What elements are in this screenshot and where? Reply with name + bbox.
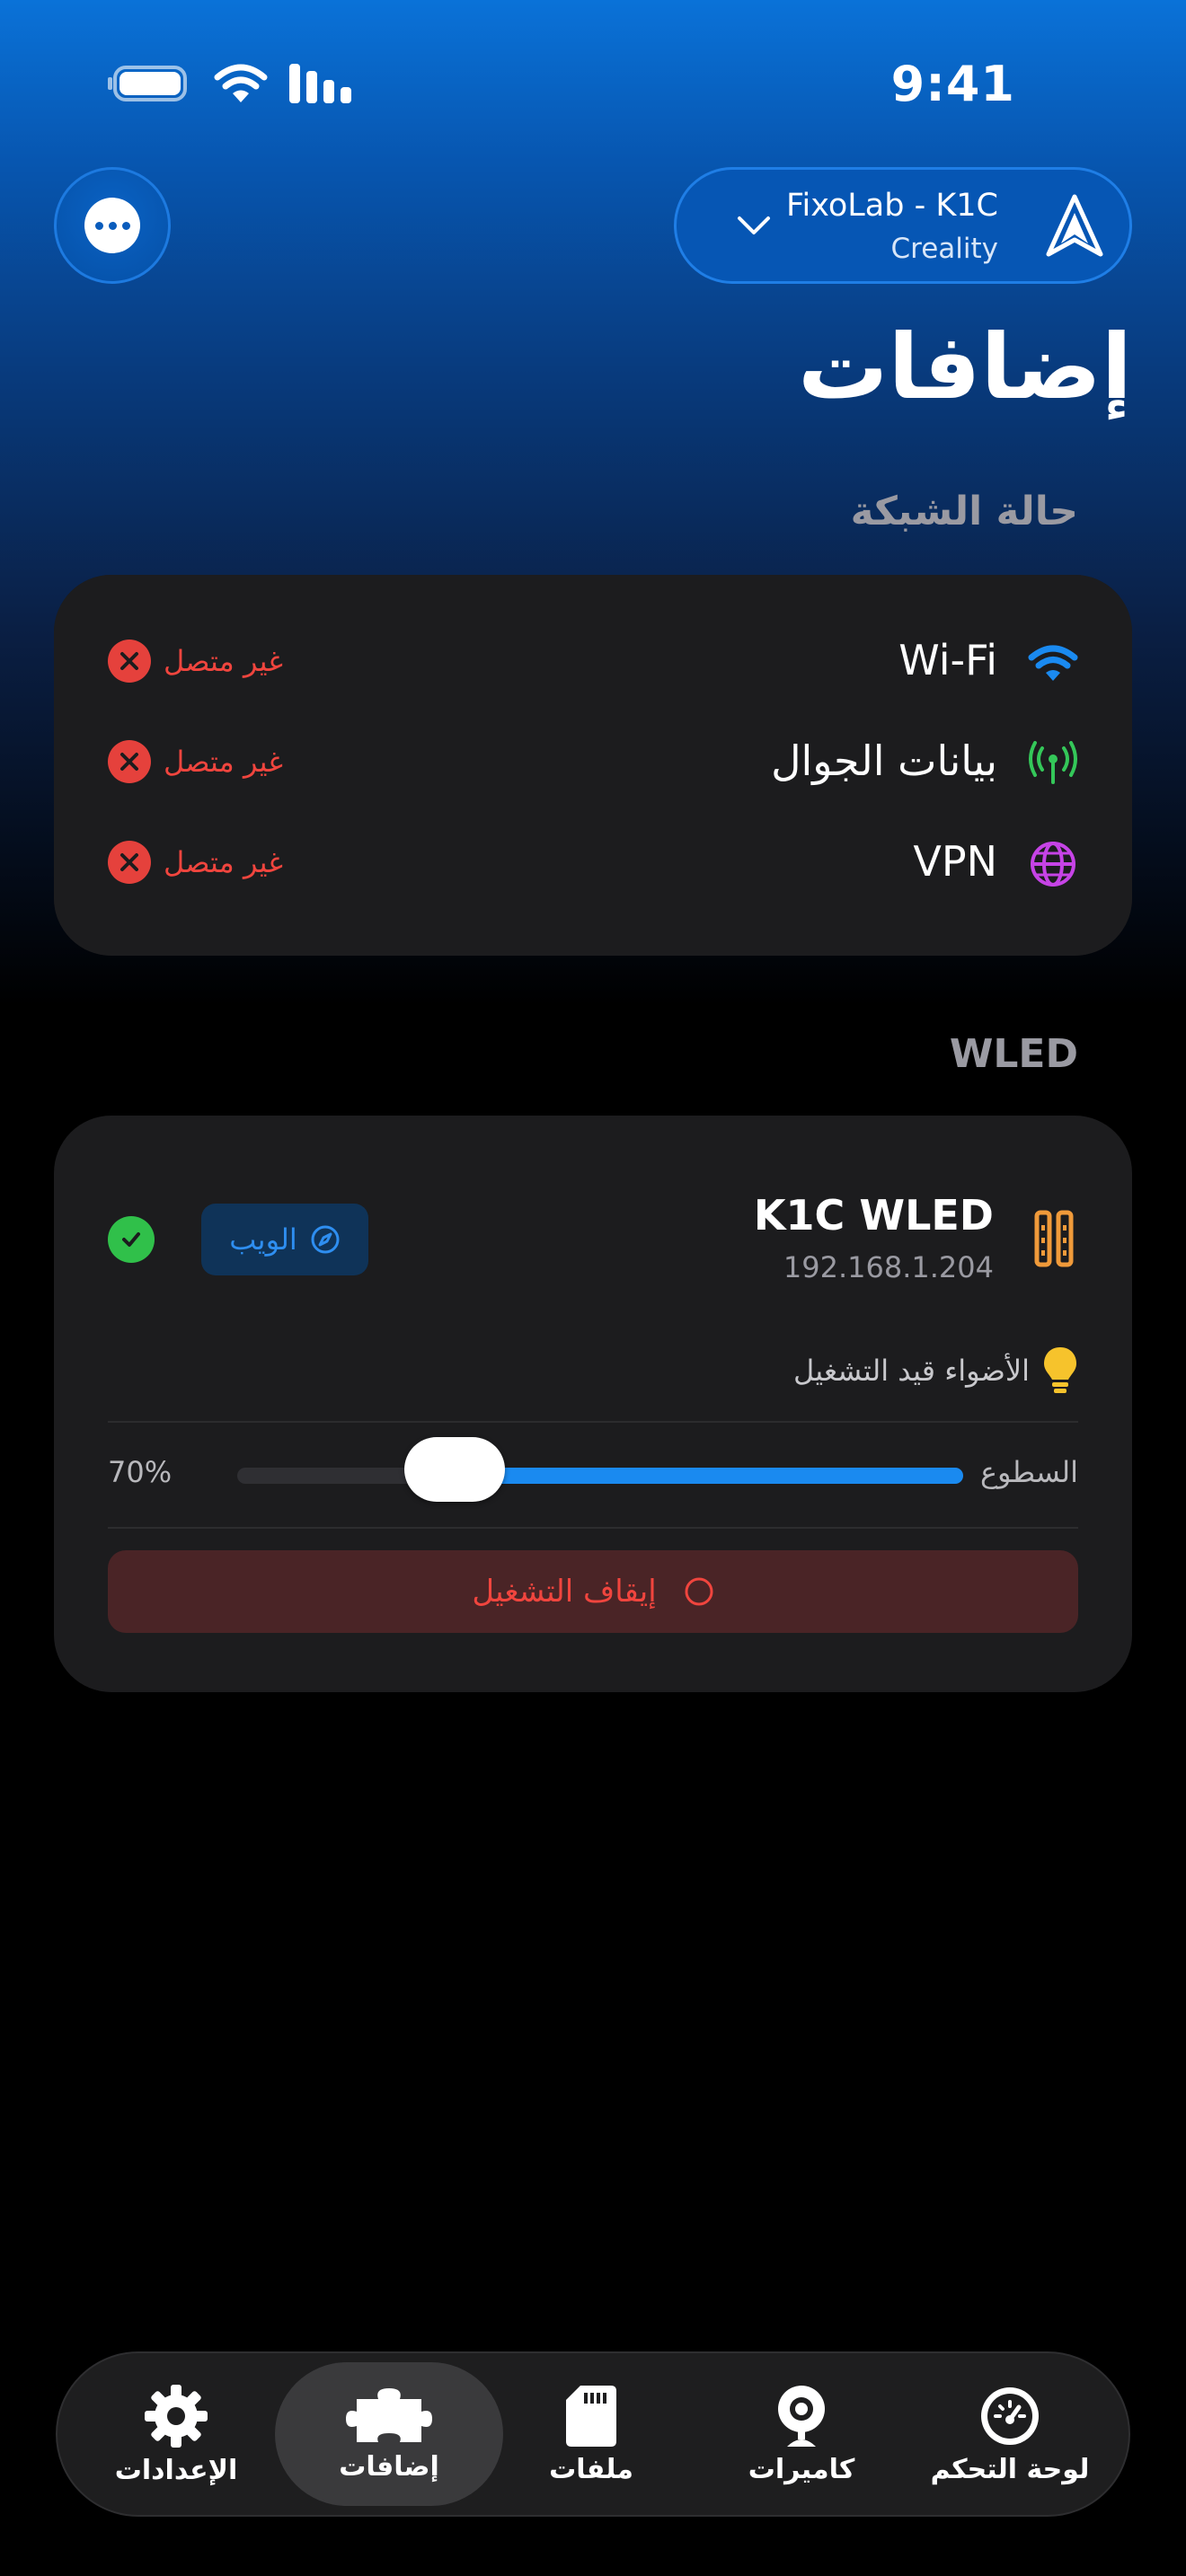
battery-icon <box>108 66 187 101</box>
disconnected-icon <box>108 740 151 783</box>
wifi-icon <box>1028 638 1078 688</box>
printer-brand: Creality <box>890 233 998 265</box>
network-section-title: حالة الشبكة <box>850 489 1078 534</box>
disconnected-icon <box>108 841 151 884</box>
wled-device-card: K1C WLED 192.168.1.204 الويب الأضواء قيد… <box>54 1116 1132 1692</box>
antenna-icon <box>1028 738 1078 789</box>
puzzle-icon <box>346 2387 432 2442</box>
brightness-label: السطوع <box>979 1455 1078 1489</box>
signal-icon <box>289 64 351 103</box>
open-web-button[interactable]: الويب <box>201 1204 368 1275</box>
gear-icon <box>145 2384 208 2448</box>
network-row-vpn: VPN غير متصل <box>54 819 1132 909</box>
page-title: إضافات <box>798 314 1132 419</box>
sd-card-icon <box>566 2385 616 2447</box>
web-button-label: الويب <box>229 1222 297 1257</box>
webcam-icon <box>778 2385 825 2447</box>
wifi-status-icon <box>214 64 268 102</box>
lights-status-text: الأضواء قيد التشغيل <box>792 1354 1030 1388</box>
network-label: Wi-Fi <box>898 636 997 684</box>
tab-label: لوحة التحكم <box>930 2453 1090 2485</box>
network-row-wifi: Wi-Fi غير متصل <box>54 618 1132 708</box>
device-name: K1C WLED <box>753 1191 994 1239</box>
compass-icon <box>311 1225 340 1254</box>
network-status-list: Wi-Fi غير متصل بيانات الجوال غير متصل VP… <box>54 575 1132 956</box>
printer-name: FixoLab - K1C <box>785 188 998 224</box>
disconnected-icon <box>108 640 151 683</box>
brightness-slider-fill <box>455 1468 963 1484</box>
lights-status: الأضواء قيد التشغيل <box>793 1345 1078 1396</box>
clock: 9:41 <box>890 56 1015 112</box>
power-off-button[interactable]: إيقاف التشغيل <box>108 1550 1078 1633</box>
status-text: غير متصل <box>164 845 283 879</box>
wled-section-title: WLED <box>949 1031 1078 1077</box>
creality-logo-icon <box>1046 194 1103 257</box>
network-label: بيانات الجوال <box>771 737 997 785</box>
tab-cameras[interactable]: كاميرات <box>699 2353 904 2515</box>
ellipsis-icon <box>84 198 140 253</box>
tab-files[interactable]: ملفات <box>489 2353 694 2515</box>
device-ip: 192.168.1.204 <box>783 1250 994 1284</box>
tab-label: كاميرات <box>748 2453 855 2485</box>
tab-dashboard[interactable]: لوحة التحكم <box>907 2353 1112 2515</box>
status-text: غير متصل <box>164 745 283 779</box>
globe-icon <box>1028 839 1078 889</box>
connected-check-icon <box>108 1216 155 1263</box>
gauge-icon <box>981 2386 1039 2445</box>
network-row-cellular: بيانات الجوال غير متصل <box>54 719 1132 808</box>
printer-selector-button[interactable]: FixoLab - K1C Creality <box>674 167 1132 284</box>
tab-settings[interactable]: الإعدادات <box>74 2353 279 2515</box>
divider <box>108 1421 1078 1423</box>
tab-bar: لوحة التحكم كاميرات ملفات إضافات الإعداد… <box>56 2351 1130 2517</box>
status-text: غير متصل <box>164 644 283 678</box>
network-status: غير متصل <box>108 640 283 683</box>
brightness-slider[interactable] <box>237 1437 963 1502</box>
brightness-slider-handle[interactable] <box>404 1437 506 1502</box>
tab-plugins[interactable]: إضافات <box>275 2362 503 2506</box>
power-off-label: إيقاف التشغيل <box>472 1574 657 1610</box>
network-label: VPN <box>913 837 997 886</box>
tab-label: الإعدادات <box>114 2454 238 2486</box>
network-status: غير متصل <box>108 740 283 783</box>
divider <box>108 1527 1078 1529</box>
led-strip-icon <box>1034 1210 1074 1267</box>
chevron-down-icon <box>738 216 770 234</box>
tab-label: ملفات <box>549 2453 633 2485</box>
tab-label: إضافات <box>339 2450 439 2483</box>
more-options-button[interactable] <box>54 167 171 284</box>
circle-icon <box>685 1577 713 1606</box>
brightness-value: 70% <box>108 1455 173 1489</box>
lightbulb-icon <box>1044 1347 1076 1393</box>
network-status: غير متصل <box>108 841 283 884</box>
status-icons <box>108 63 352 104</box>
